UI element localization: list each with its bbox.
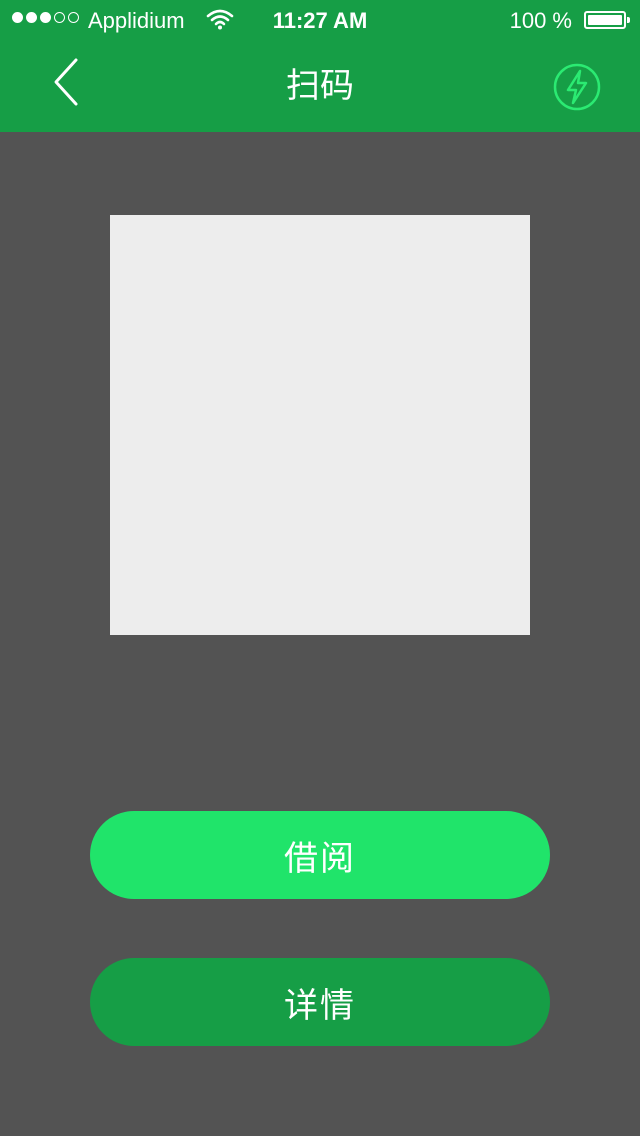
- details-button[interactable]: 详情: [90, 958, 550, 1046]
- battery-icon: [584, 11, 630, 29]
- page-title: 扫码: [286, 67, 354, 105]
- scanner-viewfinder: [110, 215, 530, 635]
- borrow-button[interactable]: 借阅: [90, 811, 550, 899]
- flash-icon[interactable]: [550, 60, 604, 114]
- navigation-bar: Applidium 11:27 AM 100 % 扫码: [0, 0, 640, 132]
- battery-percentage: 100 %: [509, 8, 572, 33]
- status-bar: Applidium 11:27 AM 100 %: [0, 0, 640, 40]
